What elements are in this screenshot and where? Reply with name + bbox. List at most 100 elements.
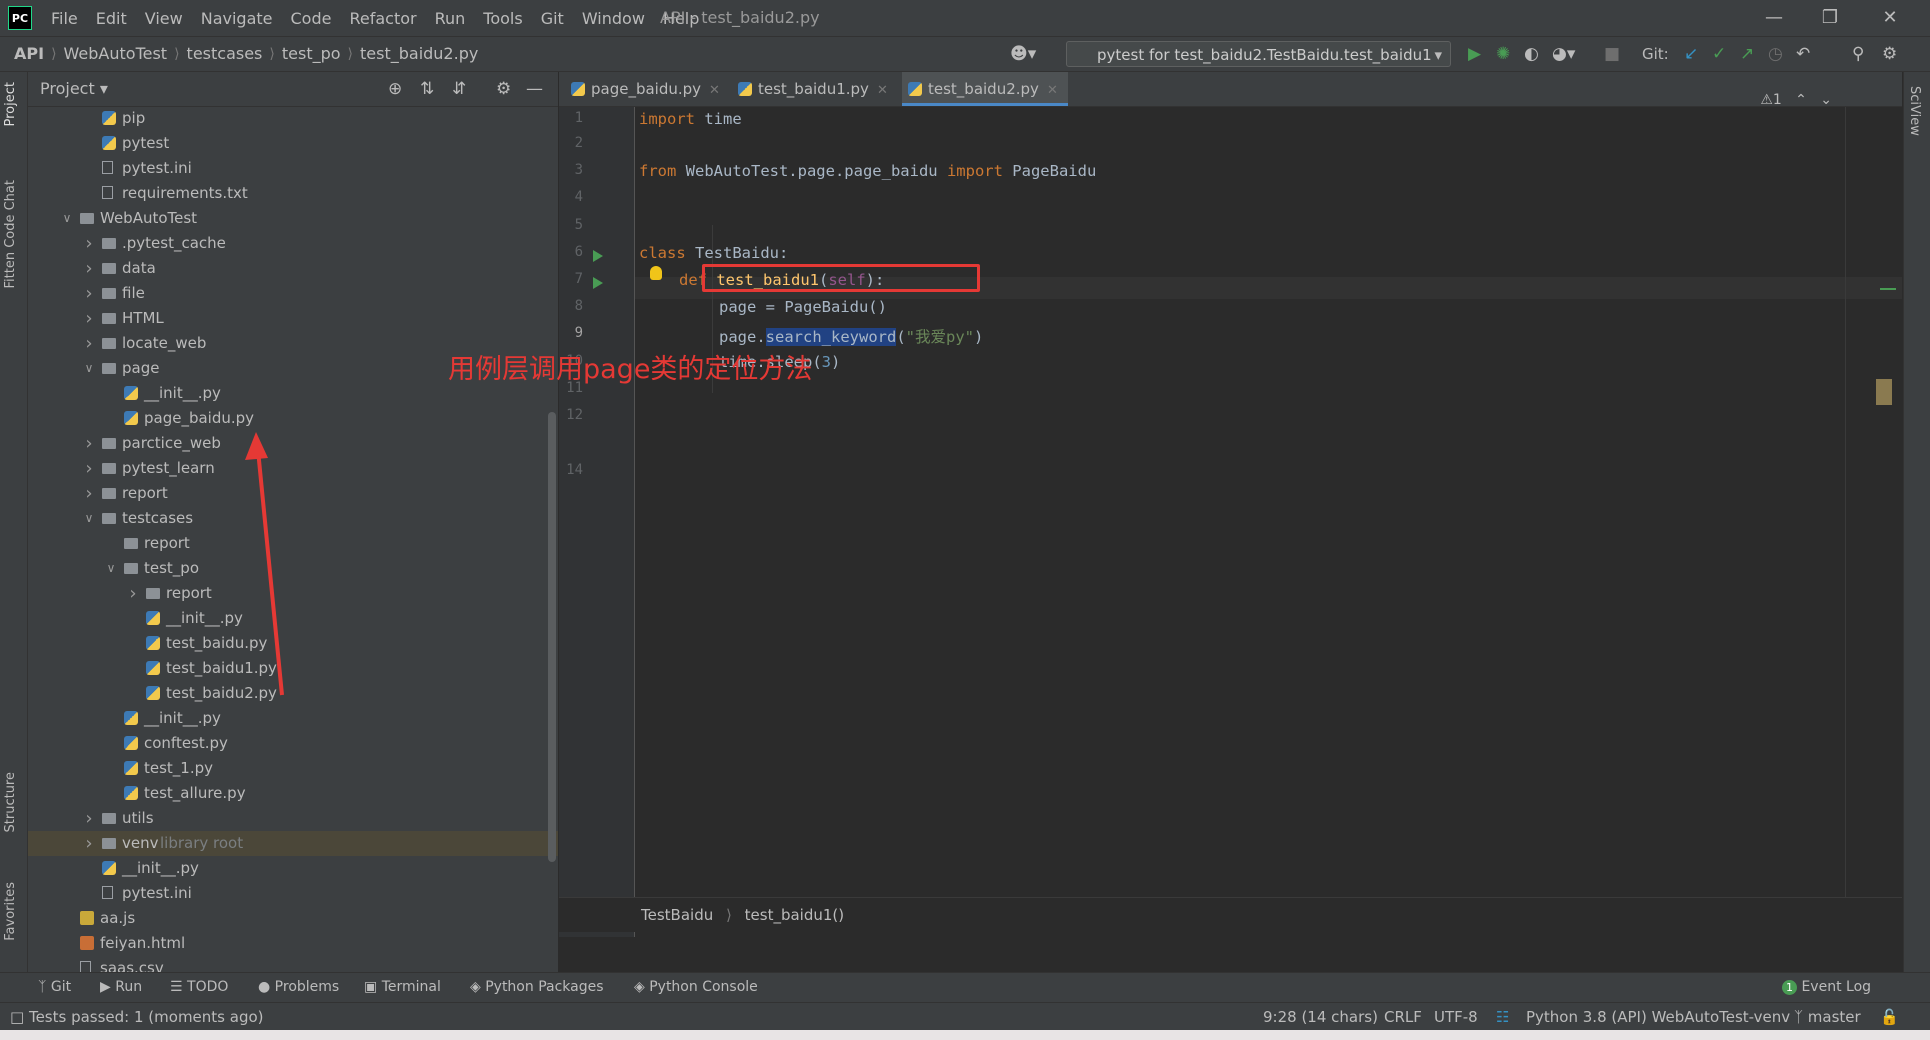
menu-refactor[interactable]: Refactor <box>340 9 425 28</box>
search-icon[interactable]: ⚲ <box>1852 45 1864 63</box>
scroll-marker[interactable] <box>1876 379 1892 405</box>
tree-file[interactable]: pip <box>28 106 558 131</box>
tree-folder[interactable]: report <box>28 531 558 556</box>
tool-tab-run[interactable]: ▶ Run <box>100 979 142 995</box>
tool-tab-fitten-code-chat[interactable]: Fitten Code Chat <box>3 180 18 289</box>
tree-file[interactable]: __init__.py <box>28 706 558 731</box>
close-icon[interactable]: ✕ <box>1870 4 1910 32</box>
python-interpreter[interactable]: Python 3.8 (API) WebAutoTest-venv <box>1526 1008 1790 1026</box>
tree-file[interactable]: test_1.py <box>28 756 558 781</box>
tree-folder[interactable]: › .pytest_cache <box>28 231 558 256</box>
chevron-right-icon[interactable]: › <box>82 306 96 331</box>
tree-file[interactable]: test_allure.py <box>28 781 558 806</box>
run-gutter-icon[interactable] <box>593 250 603 262</box>
close-tab-icon[interactable]: ✕ <box>1047 83 1058 98</box>
menu-git[interactable]: Git <box>532 9 573 28</box>
tool-tab-problems[interactable]: ● Problems <box>258 979 339 995</box>
menu-edit[interactable]: Edit <box>87 9 136 28</box>
chevron-right-icon[interactable]: › <box>126 581 140 606</box>
tree-folder[interactable]: ∨ test_po <box>28 556 558 581</box>
chevron-right-icon[interactable]: › <box>82 806 96 831</box>
tool-tab-favorites[interactable]: Favorites <box>3 882 18 941</box>
user-icon[interactable]: ☻▾ <box>1010 45 1036 63</box>
tree-folder[interactable]: › data <box>28 256 558 281</box>
git-push-icon[interactable]: ↗ <box>1740 45 1754 63</box>
tool-tab-python-console[interactable]: ◈ Python Console <box>634 979 758 995</box>
tree-file[interactable]: feiyan.html <box>28 931 558 956</box>
menu-code[interactable]: Code <box>282 9 341 28</box>
profile-icon[interactable]: ◕▾ <box>1552 45 1575 63</box>
tree-file[interactable]: test_baidu1.py <box>28 656 558 681</box>
menu-navigate[interactable]: Navigate <box>192 9 282 28</box>
status-message[interactable]: □ Tests passed: 1 (moments ago) <box>10 1008 264 1026</box>
chevron-right-icon[interactable]: › <box>82 481 96 506</box>
chevron-right-icon[interactable]: › <box>82 331 96 356</box>
menu-file[interactable]: File <box>42 9 87 28</box>
tree-folder[interactable]: › pytest_learn <box>28 456 558 481</box>
tree-file[interactable]: page_baidu.py <box>28 406 558 431</box>
git-commit-icon[interactable]: ✓ <box>1712 45 1726 63</box>
tree-folder[interactable]: › report <box>28 481 558 506</box>
git-update-icon[interactable]: ↙ <box>1684 45 1698 63</box>
tree-file[interactable]: pytest.ini <box>28 156 558 181</box>
project-scrollbar[interactable] <box>548 412 556 862</box>
chevron-right-icon[interactable]: › <box>82 456 96 481</box>
tree-file[interactable]: conftest.py <box>28 731 558 756</box>
coverage-icon[interactable]: ◐ <box>1524 45 1539 63</box>
tab-page-baidu[interactable]: page_baidu.py ✕ <box>565 72 720 106</box>
menu-view[interactable]: View <box>136 9 192 28</box>
close-tab-icon[interactable]: ✕ <box>709 83 720 98</box>
tool-tab-sciview[interactable]: SciView <box>1907 86 1922 136</box>
chevron-right-icon[interactable]: › <box>82 831 96 856</box>
run-gutter-icon[interactable] <box>593 277 603 289</box>
settings-gear-icon[interactable]: ⚙ <box>1882 45 1897 63</box>
tree-file[interactable]: saas.csv <box>28 956 558 972</box>
breadcrumb-file[interactable]: test_baidu2.py <box>360 44 478 63</box>
tool-tab-python-packages[interactable]: ◈ Python Packages <box>470 979 604 995</box>
warnings-indicator[interactable]: ⚠1 ⌃ ⌄ <box>1760 92 1832 108</box>
chevron-right-icon[interactable]: › <box>82 281 96 306</box>
tree-folder[interactable]: › HTML <box>28 306 558 331</box>
tool-tab-structure[interactable]: Structure <box>3 772 18 832</box>
chevron-right-icon[interactable]: › <box>82 431 96 456</box>
menu-window[interactable]: Window <box>573 9 654 28</box>
stop-icon[interactable]: ■ <box>1604 45 1620 63</box>
project-view-select[interactable]: Project ▾ <box>40 79 108 98</box>
chevron-down-icon[interactable]: ∨ <box>60 206 74 231</box>
menu-run[interactable]: Run <box>426 9 475 28</box>
chevron-down-icon[interactable]: ∨ <box>82 506 96 531</box>
debug-icon[interactable]: ✺ <box>1496 45 1510 63</box>
chevron-down-icon[interactable]: ∨ <box>104 556 118 581</box>
breadcrumb-testcases[interactable]: testcases <box>187 44 263 63</box>
tree-folder[interactable]: › venv library root <box>28 831 558 856</box>
breadcrumb-api[interactable]: API <box>14 44 44 63</box>
tree-file[interactable]: test_baidu2.py <box>28 681 558 706</box>
git-branch[interactable]: ᛉ master <box>1794 1008 1861 1026</box>
breadcrumb-method[interactable]: test_baidu1() <box>745 906 844 924</box>
event-log-button[interactable]: 1 Event Log <box>1782 979 1871 995</box>
restore-icon[interactable]: ❐ <box>1810 4 1850 32</box>
tree-file[interactable]: pytest.ini <box>28 881 558 906</box>
tree-file[interactable]: __init__.py <box>28 856 558 881</box>
tool-tab-terminal[interactable]: ▣ Terminal <box>364 979 441 995</box>
tree-file[interactable]: requirements.txt <box>28 181 558 206</box>
tree-folder[interactable]: › utils <box>28 806 558 831</box>
tree-file[interactable]: aa.js <box>28 906 558 931</box>
tree-folder[interactable]: › file <box>28 281 558 306</box>
code-editor[interactable]: ⚠1 ⌃ ⌄ 1 2 3 4 5 6 7 8 9 10 11 12 14 imp… <box>448 92 1902 937</box>
gear-icon[interactable]: ⚙ <box>496 79 511 99</box>
tool-tab-git[interactable]: ᛉ Git <box>38 979 71 995</box>
file-encoding[interactable]: UTF-8 <box>1434 1008 1478 1026</box>
history-icon[interactable]: ◷ <box>1768 45 1783 63</box>
tree-folder[interactable]: › report <box>28 581 558 606</box>
caret-position[interactable]: 9:28 (14 chars) <box>1263 1008 1378 1026</box>
expand-all-icon[interactable]: ⇅ <box>420 79 434 99</box>
run-configuration-select[interactable]: pytest for test_baidu2.TestBaidu.test_ba… <box>1066 41 1451 67</box>
close-tab-icon[interactable]: ✕ <box>877 83 888 98</box>
lightbulb-icon[interactable] <box>650 266 662 280</box>
tree-file[interactable]: __init__.py <box>28 606 558 631</box>
chevron-right-icon[interactable]: › <box>82 256 96 281</box>
hide-panel-icon[interactable]: — <box>526 79 543 99</box>
tool-tab-project[interactable]: Project <box>3 82 18 126</box>
breadcrumb-test-po[interactable]: test_po <box>282 44 341 63</box>
